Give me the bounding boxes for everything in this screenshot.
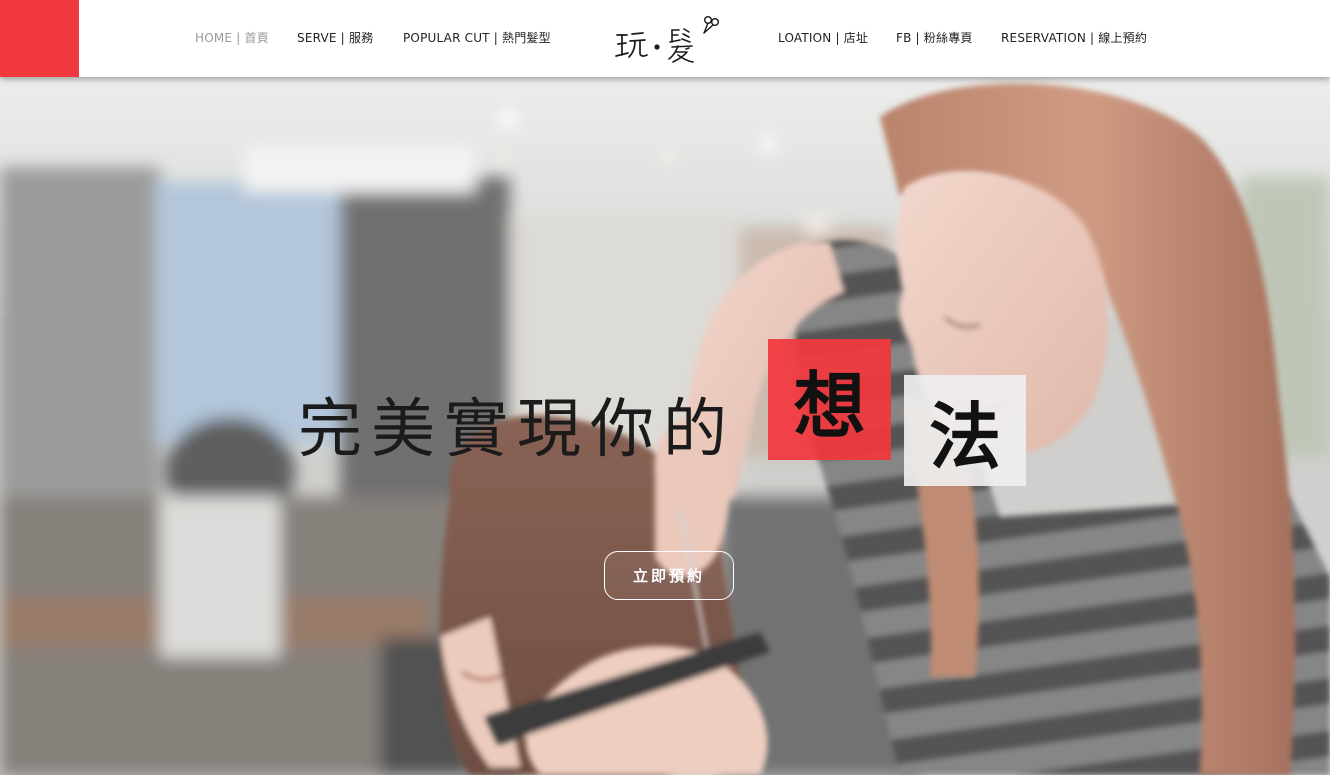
nav-serve[interactable]: SERVE | 服務: [297, 29, 373, 45]
highlight-white-box: 法: [904, 375, 1026, 486]
site-logo[interactable]: [612, 8, 724, 68]
logo-dot: [654, 44, 660, 50]
logo-mark: [615, 15, 719, 63]
highlight-red-box: 想: [768, 339, 891, 460]
nav-popular-cut[interactable]: POPULAR CUT | 熱門髮型: [403, 29, 551, 45]
brand-color-block: [0, 0, 79, 77]
hero-banner: 完美實現你的 想 法 立即預約: [0, 77, 1330, 775]
page: HOME | 首頁 SERVE | 服務 POPULAR CUT | 熱門髮型: [0, 0, 1330, 775]
hero-headline: 完美實現你的: [298, 393, 736, 467]
reserve-now-button[interactable]: 立即預約: [604, 551, 734, 600]
nav-home[interactable]: HOME | 首頁: [195, 29, 269, 45]
site-header: HOME | 首頁 SERVE | 服務 POPULAR CUT | 熱門髮型: [0, 0, 1330, 77]
nav-reservation[interactable]: RESERVATION | 線上預約: [1001, 29, 1147, 45]
scissors-icon: [703, 15, 719, 34]
nav-location[interactable]: LOATION | 店址: [778, 29, 868, 45]
nav-fb[interactable]: FB | 粉絲專頁: [896, 29, 973, 45]
